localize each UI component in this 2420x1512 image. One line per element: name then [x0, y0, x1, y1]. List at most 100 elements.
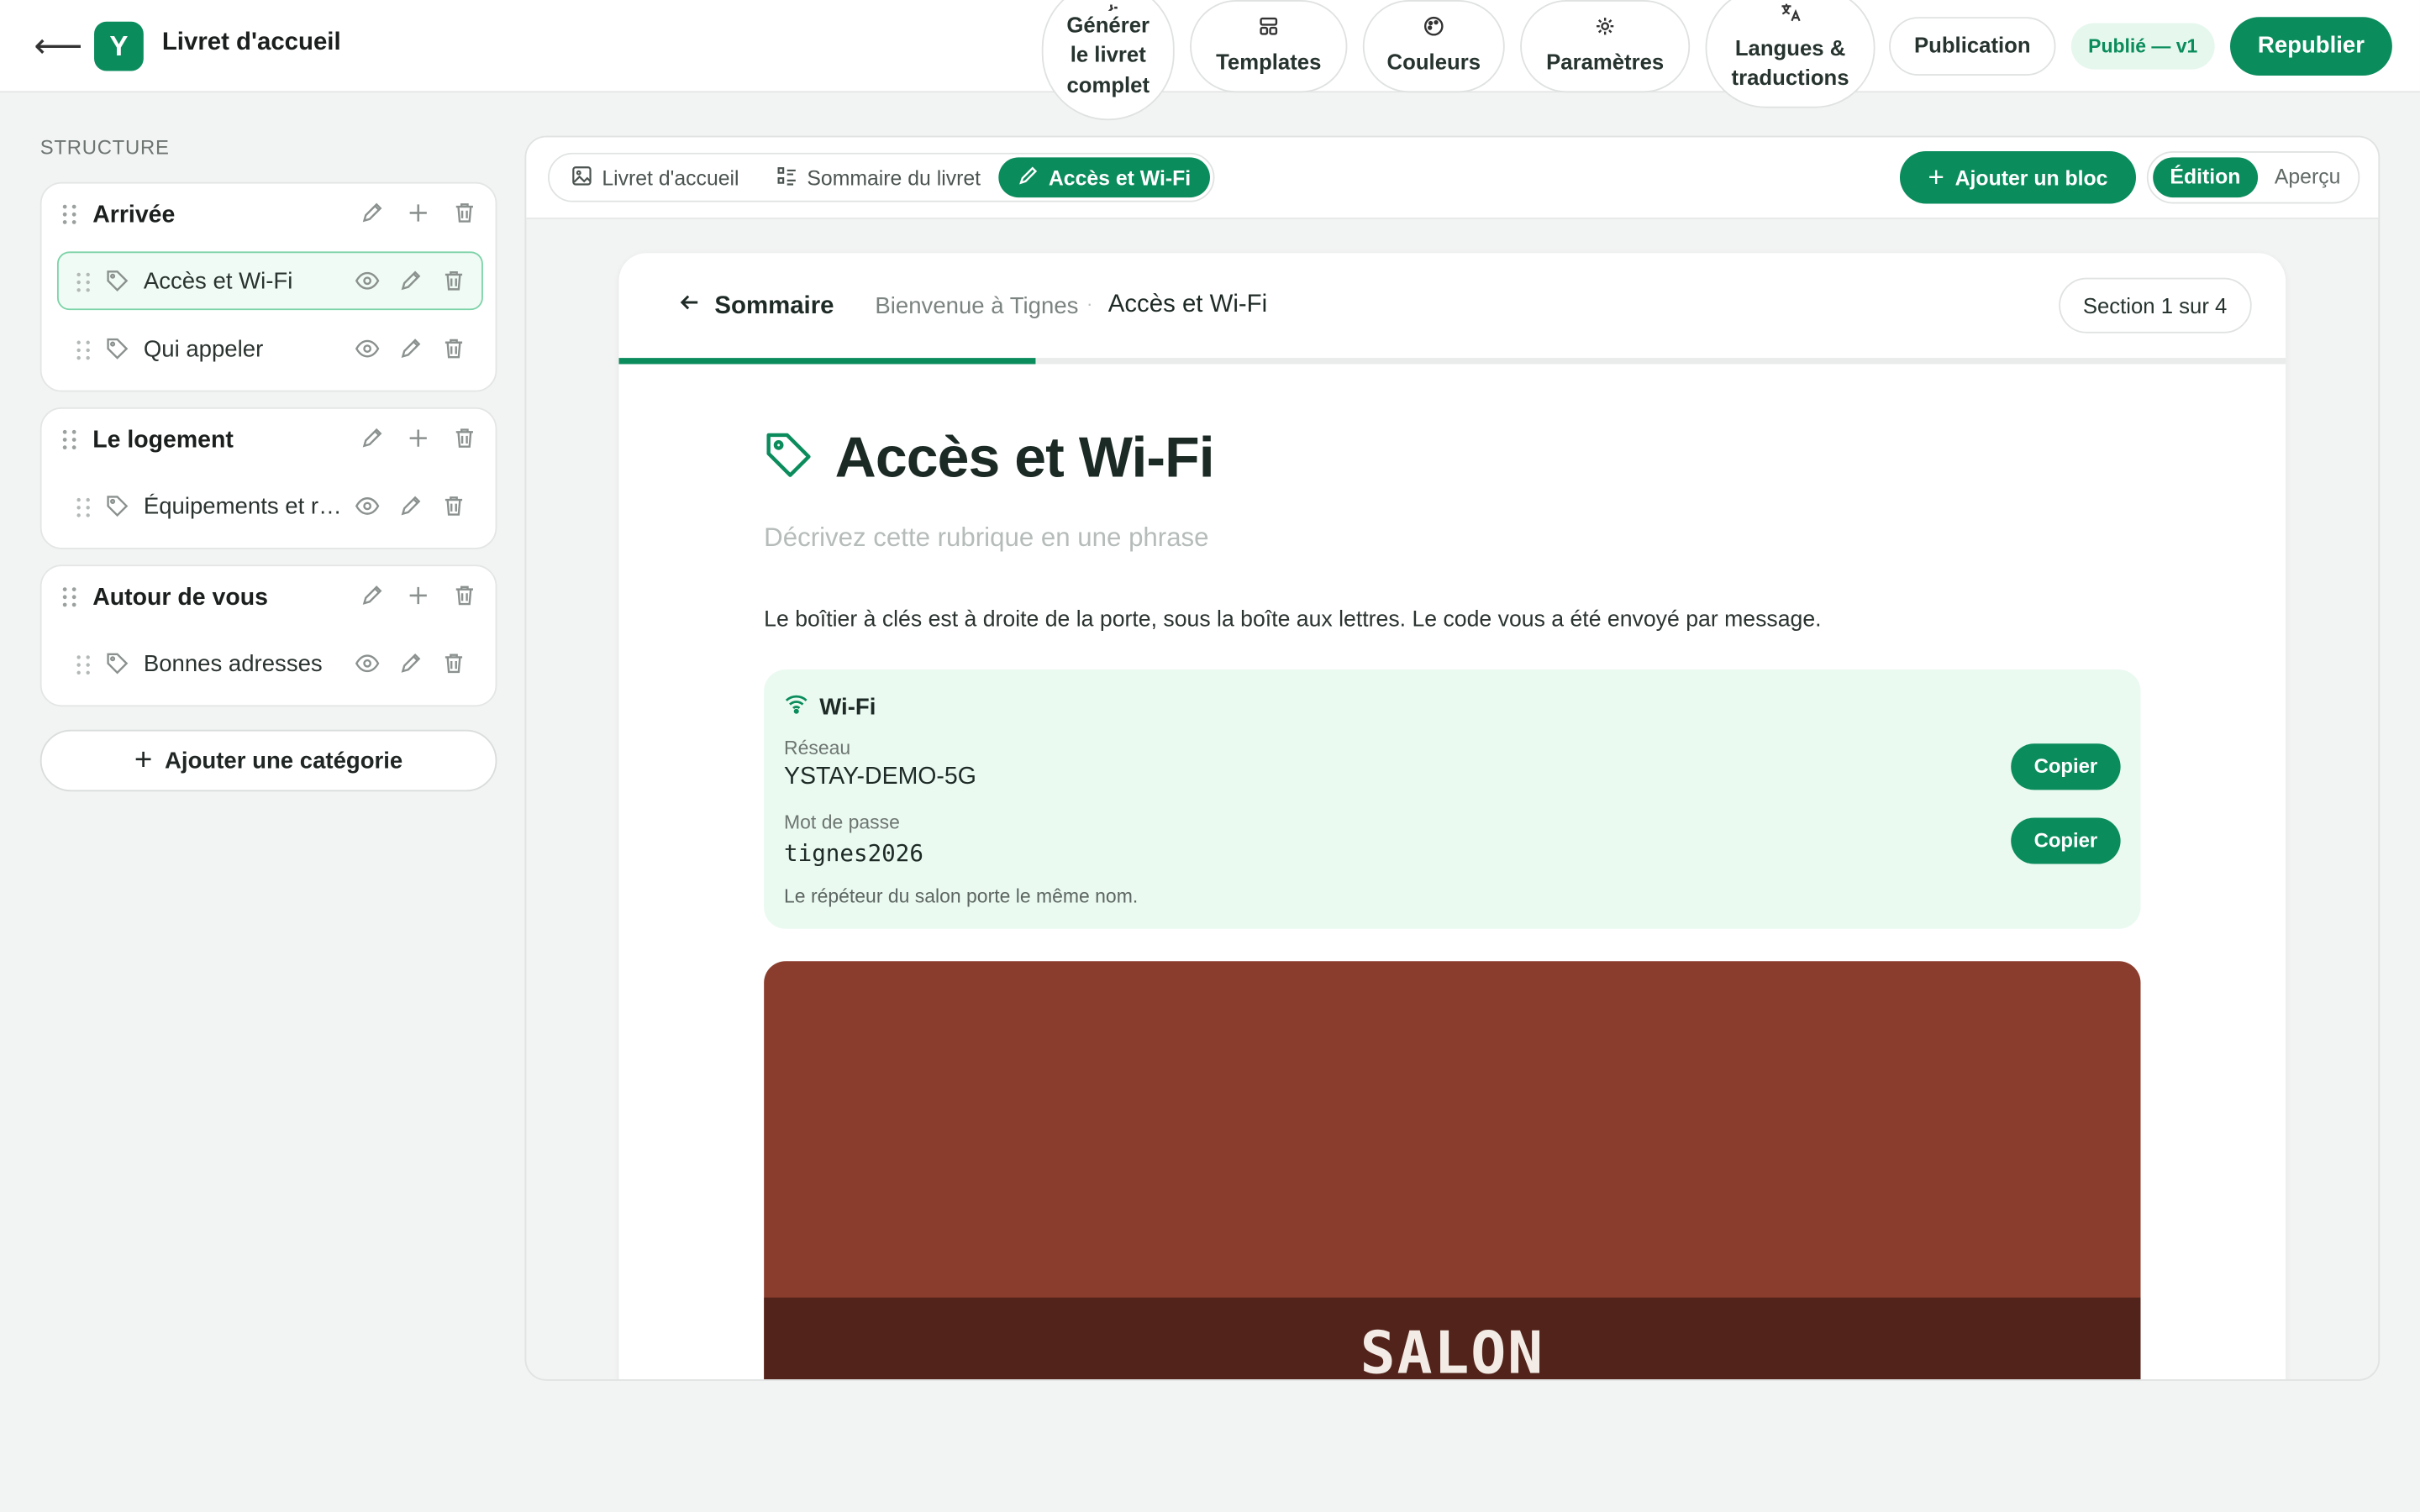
eye-icon[interactable] — [355, 651, 380, 675]
category-header: Autour de vous — [42, 566, 496, 631]
languages-button[interactable]: Langues & traductions — [1705, 0, 1876, 108]
pencil-icon[interactable] — [398, 494, 423, 518]
plus-icon[interactable] — [406, 583, 430, 607]
tag-icon — [105, 494, 129, 518]
list-icon — [776, 165, 798, 191]
drag-handle-icon[interactable] — [60, 203, 79, 225]
drag-handle-icon[interactable] — [74, 654, 92, 676]
pencil-icon[interactable] — [398, 269, 423, 293]
translate-icon — [1780, 2, 1802, 34]
mode-toggle: Édition Aperçu — [2146, 150, 2360, 204]
plus-icon[interactable] — [406, 201, 430, 225]
trash-icon[interactable] — [441, 494, 466, 518]
section-progress-fill — [618, 358, 1036, 365]
plus-icon: + — [134, 743, 153, 778]
arrow-left-icon — [677, 290, 702, 323]
sidebar-item-acces-wifi[interactable]: Accès et Wi-Fi — [56, 251, 483, 311]
trash-icon[interactable] — [441, 336, 466, 360]
copy-network-button[interactable]: Copier — [2011, 743, 2121, 790]
back-to-summary-link[interactable]: Sommaire — [677, 290, 834, 323]
generate-booklet-button[interactable]: Générer le livret complet — [1041, 0, 1175, 121]
trash-icon[interactable] — [441, 651, 466, 675]
section-title[interactable]: Accès et Wi-Fi — [835, 426, 1215, 491]
drag-handle-icon[interactable] — [60, 586, 79, 608]
settings-button[interactable]: Paramètres — [1520, 0, 1691, 93]
pencil-icon[interactable] — [360, 201, 384, 225]
pencil-icon[interactable] — [360, 426, 384, 450]
settings-label: Paramètres — [1546, 48, 1665, 74]
wifi-icon — [784, 691, 808, 722]
sidebar-item-equipements[interactable]: Équipements et r… — [57, 477, 483, 536]
sidebar-item-bonnes-adresses[interactable]: Bonnes adresses — [57, 634, 483, 693]
category-card-logement: Le logement Équipements et r… — [39, 407, 497, 549]
copy-password-button[interactable]: Copier — [2011, 817, 2121, 864]
section-body-text[interactable]: Le boîtier à clés est à droite de la por… — [764, 608, 1821, 633]
password-value: tignes2026 — [784, 839, 923, 868]
drag-handle-icon[interactable] — [74, 496, 92, 518]
wifi-block: Wi-Fi Réseau YSTAY-DEMO-5G Copier Mot de… — [764, 669, 2141, 929]
trash-icon[interactable] — [441, 269, 466, 293]
editor-panel: Livret d'accueil Sommaire du livret Accè… — [524, 135, 2381, 1381]
section-preview-card: Sommaire Bienvenue à Tignes · Accès et W… — [618, 253, 2286, 1380]
tab-acces-wifi[interactable]: Accès et Wi-Fi — [999, 157, 1210, 198]
colors-label: Couleurs — [1386, 48, 1481, 74]
eye-icon[interactable] — [355, 269, 380, 293]
add-block-button[interactable]: + Ajouter un bloc — [1899, 150, 2136, 204]
tab-sommaire[interactable]: Sommaire du livret — [758, 157, 1000, 197]
palette-icon — [1423, 15, 1444, 47]
publication-button[interactable]: Publication — [1889, 17, 2056, 76]
category-header: Le logement — [42, 409, 496, 474]
app-title: Livret d'accueil — [161, 29, 341, 56]
pencil-icon[interactable] — [398, 336, 423, 360]
tab-label: Accès et Wi-Fi — [1048, 165, 1192, 189]
category-card-autour: Autour de vous Bonnes adresses — [39, 564, 497, 707]
mode-preview-button[interactable]: Aperçu — [2258, 157, 2358, 197]
trash-icon[interactable] — [452, 201, 476, 225]
republish-button[interactable]: Republier — [2230, 17, 2392, 76]
structure-heading: STRUCTURE — [39, 135, 170, 160]
sidebar-item-label: Bonnes adresses — [143, 651, 323, 678]
pencil-icon[interactable] — [398, 651, 423, 675]
drag-handle-icon[interactable] — [60, 429, 79, 451]
breadcrumb-current: Accès et Wi-Fi — [1107, 291, 1268, 318]
drag-handle-icon[interactable] — [74, 271, 92, 293]
sidebar-item-qui-appeler[interactable]: Qui appeler — [57, 319, 483, 378]
add-category-button[interactable]: + Ajouter une catégorie — [39, 729, 497, 792]
tag-icon — [105, 336, 129, 360]
eye-icon[interactable] — [355, 494, 380, 518]
drag-handle-icon[interactable] — [74, 339, 92, 361]
category-name: Arrivée — [92, 202, 176, 228]
sidebar-item-label: Accès et Wi-Fi — [143, 268, 293, 295]
templates-button[interactable]: Templates — [1190, 0, 1348, 93]
trash-icon[interactable] — [452, 426, 476, 450]
add-block-label: Ajouter un bloc — [1954, 165, 2108, 189]
wifi-heading: Wi-Fi — [784, 691, 876, 722]
add-category-label: Ajouter une catégorie — [165, 747, 403, 774]
pencil-icon — [1018, 165, 1039, 191]
breadcrumb-separator: · — [1086, 292, 1093, 315]
languages-label: Langues & traductions — [1731, 34, 1849, 91]
back-arrow-icon[interactable]: ⟵ — [34, 27, 82, 65]
app-logo: Y — [94, 21, 144, 71]
image-block[interactable]: SALON — [764, 961, 2141, 1380]
category-card-arrivee: Arrivée Accès et Wi-Fi Qui appeler — [39, 181, 497, 392]
editor-toolbar: Livret d'accueil Sommaire du livret Accè… — [526, 137, 2379, 219]
back-label: Sommaire — [714, 292, 834, 319]
tab-label: Sommaire du livret — [807, 165, 981, 189]
mode-edit-button[interactable]: Édition — [2153, 157, 2258, 198]
tab-livret-accueil[interactable]: Livret d'accueil — [553, 157, 758, 197]
category-header: Arrivée — [42, 184, 496, 249]
password-label: Mot de passe — [784, 811, 900, 833]
page-tabs: Livret d'accueil Sommaire du livret Accè… — [548, 152, 1214, 202]
plus-icon[interactable] — [406, 426, 430, 450]
breadcrumb-parent[interactable]: Bienvenue à Tignes — [875, 293, 1078, 319]
wifi-note: Le répéteur du salon porte le même nom. — [784, 885, 1139, 907]
category-name: Le logement — [92, 427, 234, 454]
colors-button[interactable]: Couleurs — [1362, 0, 1505, 93]
eye-icon[interactable] — [355, 336, 380, 360]
trash-icon[interactable] — [452, 583, 476, 607]
section-subtitle-input[interactable]: Décrivez cette rubrique en une phrase — [764, 523, 1208, 554]
pencil-icon[interactable] — [360, 583, 384, 607]
plus-icon: + — [1928, 161, 1944, 193]
tag-icon — [105, 651, 129, 675]
